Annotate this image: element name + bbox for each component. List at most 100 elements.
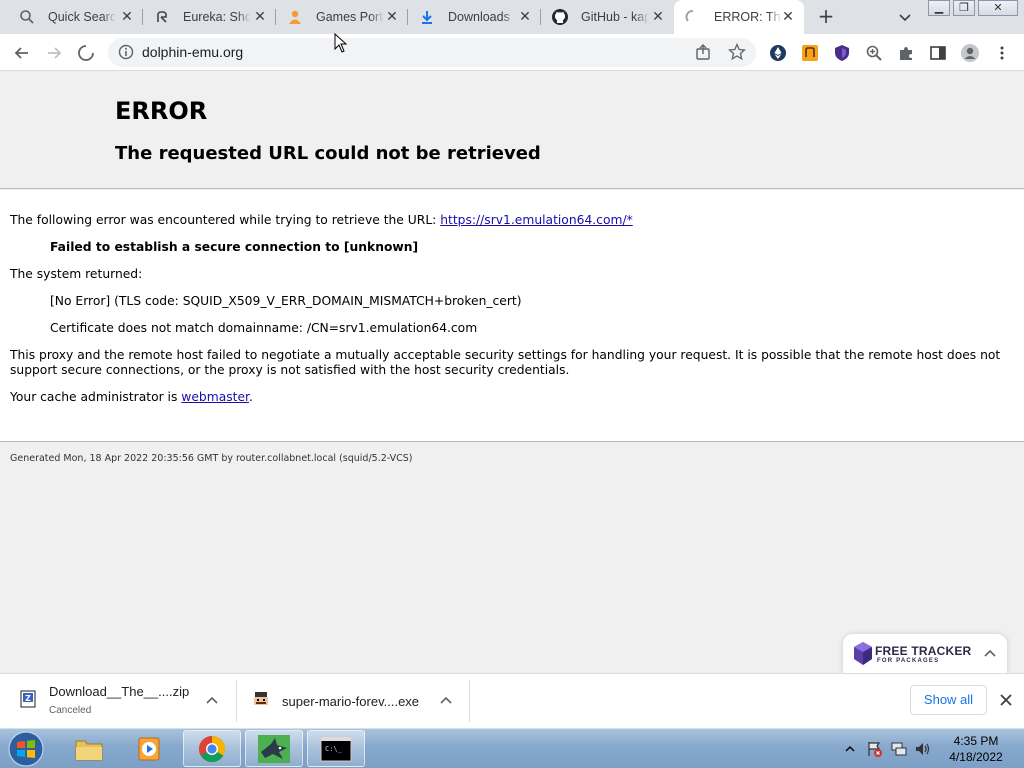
puzzle-icon (900, 47, 912, 60)
back-button[interactable] (10, 41, 34, 65)
tracker-subtitle: FOR PACKAGES (877, 658, 940, 664)
restore-button[interactable]: ❐ (953, 0, 975, 16)
tab-search-button[interactable] (896, 8, 914, 26)
chrome-icon (198, 735, 226, 762)
close-icon[interactable]: ✕ (119, 9, 135, 25)
side-panel-button[interactable] (926, 41, 950, 65)
minimize-button[interactable]: ▁ (928, 0, 950, 16)
address-bar[interactable]: dolphin-emu.org (108, 38, 756, 67)
share-icon[interactable] (694, 43, 712, 65)
clock-date: 4/18/2022 (949, 750, 1003, 764)
taskbar-explorer[interactable] (60, 730, 118, 767)
close-icon[interactable]: ✕ (384, 9, 400, 25)
tab-title: Games Portal (316, 10, 384, 24)
extension-button[interactable] (798, 41, 822, 65)
windows-taskbar: C:\_ 4:35 PM 4/18/2022 (0, 728, 1024, 768)
zoom-button[interactable] (862, 41, 886, 65)
explanation-line-2: support secure connections, or the proxy… (10, 363, 570, 377)
taskbar-clock[interactable]: 4:35 PM 4/18/2022 (940, 733, 1012, 765)
tracker-title: FREE TRACKER (875, 644, 972, 658)
tls-error-detail: [No Error] (TLS code: SQUID_X509_V_ERR_D… (50, 294, 522, 308)
download-item[interactable]: Z Download__The__....zip Canceled (0, 674, 236, 729)
error-intro-paragraph: The following error was encountered whil… (10, 213, 633, 228)
browser-menu-button[interactable] (990, 41, 1014, 65)
tab-title: Downloads (448, 10, 510, 24)
url-text: dolphin-emu.org (142, 44, 244, 60)
volume-icon[interactable] (914, 740, 932, 758)
tab-quick-search[interactable]: Quick Search ✕ (0, 0, 143, 34)
forward-button[interactable] (42, 41, 66, 65)
stop-loading-button[interactable] (74, 41, 98, 65)
extension-button[interactable] (830, 41, 854, 65)
download-filename: super-mario-forev....exe (282, 694, 420, 709)
mario-exe-icon (254, 692, 268, 705)
network-icon[interactable] (890, 740, 908, 758)
chevron-up-icon[interactable] (205, 694, 219, 708)
error-heading: ERROR (115, 97, 208, 125)
error-subheading: The requested URL could not be retrieved (115, 143, 541, 164)
system-returned-label: The system returned: (10, 267, 143, 281)
shark-game-icon (258, 734, 290, 763)
tray-expand-icon[interactable] (845, 744, 855, 754)
cache-admin-text: Your cache administrator is (10, 390, 182, 404)
tab-github[interactable]: GitHub - kap ✕ (541, 0, 674, 34)
mouse-cursor-icon (334, 33, 348, 53)
profile-button[interactable] (958, 41, 982, 65)
action-center-flag-icon[interactable] (866, 740, 884, 758)
loading-spinner-icon (78, 45, 94, 61)
tab-title: Eureka: Shop (183, 10, 251, 24)
taskbar-media-player[interactable] (121, 730, 179, 767)
taskbar-game-app[interactable] (245, 730, 303, 767)
side-panel-icon (930, 46, 946, 60)
tab-eureka-shop[interactable]: Eureka: Shop ✕ (143, 0, 276, 34)
extension-button[interactable] (766, 41, 790, 65)
github-icon (551, 8, 569, 26)
tab-title: GitHub - kap (581, 10, 649, 24)
download-filename: Download__The__....zip (49, 684, 190, 699)
requested-url-link[interactable]: https://srv1.emulation64.com/* (440, 213, 633, 227)
error-intro-text: The following error was encountered whil… (10, 213, 441, 227)
tab-downloads[interactable]: Downloads ✕ (408, 0, 541, 34)
loading-spinner-icon (684, 8, 702, 26)
kebab-menu-icon (1000, 46, 1004, 60)
explanation-line-1: This proxy and the remote host failed to… (10, 348, 1001, 362)
bookmark-star-icon[interactable] (727, 42, 747, 65)
download-divider (469, 680, 470, 722)
close-icon[interactable]: ✕ (780, 9, 796, 25)
close-icon[interactable]: ✕ (252, 9, 268, 25)
download-status: Canceled (49, 705, 92, 716)
chevron-up-icon[interactable] (439, 694, 453, 708)
download-icon (418, 8, 436, 26)
info-icon[interactable] (118, 44, 134, 60)
chevron-down-icon (899, 14, 911, 22)
avatar-icon (961, 44, 979, 62)
window-close-button[interactable]: ✕ (978, 0, 1018, 16)
tab-title: Quick Search (48, 10, 116, 24)
ethereum-extension-icon (770, 45, 786, 61)
tab-title: ERROR: The (714, 10, 782, 24)
download-item[interactable]: super-mario-forev....exe (237, 674, 469, 729)
extensions-menu-button[interactable] (894, 41, 918, 65)
taskbar-chrome[interactable] (183, 730, 241, 767)
tab-error-active[interactable]: ERROR: The ✕ (674, 0, 804, 34)
media-player-icon (138, 737, 160, 760)
chevron-up-icon[interactable] (983, 647, 997, 661)
show-all-downloads-button[interactable]: Show all (910, 685, 987, 715)
download-shelf: Z Download__The__....zip Canceled super-… (0, 673, 1024, 728)
start-button[interactable] (6, 730, 46, 768)
close-icon[interactable] (999, 693, 1013, 707)
close-icon[interactable]: ✕ (650, 9, 666, 25)
shield-extension-icon (835, 45, 849, 61)
taskbar-command-prompt[interactable]: C:\_ (307, 730, 365, 767)
tab-games-portal[interactable]: Games Portal ✕ (276, 0, 408, 34)
terminal-icon: C:\_ (320, 736, 352, 761)
close-icon[interactable]: ✕ (517, 9, 533, 25)
games-icon (286, 8, 304, 26)
error-message-block: The following error was encountered whil… (0, 190, 1024, 442)
arrow-left-icon (14, 47, 28, 59)
new-tab-button[interactable]: + (815, 6, 837, 28)
windows-orb-icon (8, 731, 44, 767)
free-tracker-widget[interactable]: FREE TRACKER FOR PACKAGES (843, 634, 1007, 674)
arrow-right-icon (48, 47, 62, 59)
webmaster-link[interactable]: webmaster (181, 390, 249, 404)
